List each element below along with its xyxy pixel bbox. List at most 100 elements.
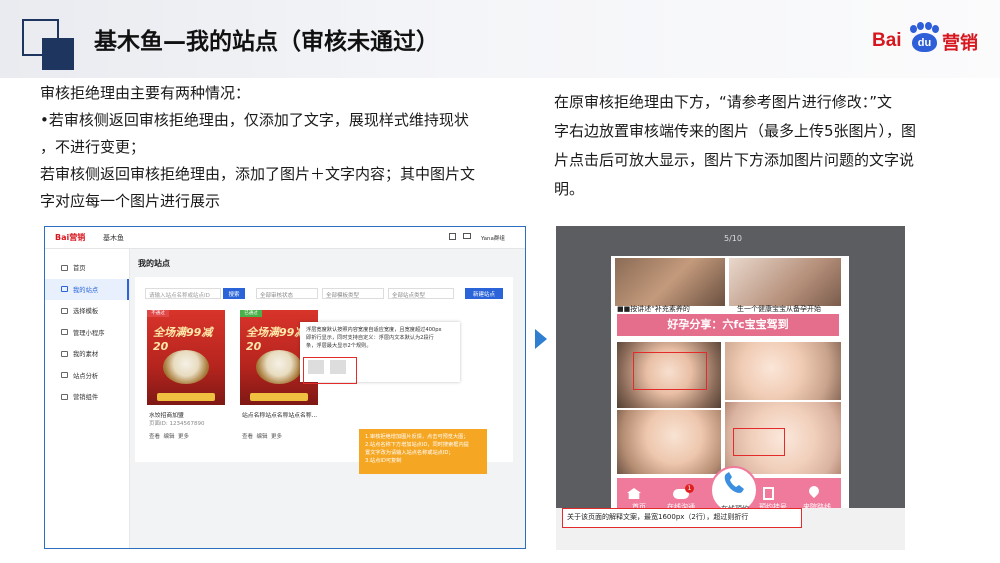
sidebar-item-analytics[interactable]: 站点分析 [45, 365, 129, 387]
highlight-box [303, 357, 357, 384]
baidu-logo: Bai du 营销 [872, 22, 982, 62]
user-menu[interactable]: Yana群组 [481, 234, 505, 242]
sidebar-label: 站点分析 [73, 372, 99, 380]
share-banner: 好孕分享：六fc宝宝驾到 [617, 314, 839, 336]
baby-photo [725, 342, 841, 400]
paw-icon: du [909, 22, 940, 52]
baby-photo [617, 410, 721, 474]
miniprogram-icon [61, 329, 68, 336]
right-line: 片点击后可放大显示，图片下方添加图片问题的文字说 [554, 151, 915, 169]
search-button-label: 搜索 [228, 291, 240, 298]
home-icon [61, 264, 68, 271]
card-actions: 查看 编辑 更多 [149, 432, 189, 440]
food-image [256, 350, 302, 384]
photo-caption: ■■按讲述“补充素养的 [617, 305, 690, 313]
filter-label: 全部审核状态 [260, 293, 294, 299]
register-icon [763, 487, 774, 500]
left-line: 审核拒绝理由主要有两种情况： [40, 84, 251, 102]
app-brand: Bai营销 [55, 233, 86, 242]
search-input[interactable]: 请输入站点名称或站点ID [145, 288, 221, 299]
more-link[interactable]: 更多 [271, 434, 282, 440]
right-line: 明。 [554, 180, 585, 198]
search-button[interactable]: 搜索 [223, 288, 245, 299]
badge-count: 1 [685, 484, 694, 493]
filter-site-type[interactable]: 全部站点类型 [388, 288, 454, 299]
material-icon [61, 350, 68, 357]
logo-du: du [917, 37, 932, 49]
logo-bai: Bai [872, 30, 902, 51]
sidebar-label: 选择模板 [73, 308, 99, 316]
left-line: ，不进行变更； [40, 138, 146, 156]
sidebar-item-materials[interactable]: 我的素材 [45, 343, 129, 365]
new-site-label: 新建站点 [472, 291, 495, 298]
annotation-note: 1.审核拒绝增加图片反馈，点击可预览大图； 2.站点名称下方增加站点ID，同时搜… [359, 429, 487, 474]
right-arrow-icon [535, 329, 547, 349]
photo-caption: 生一个健康宝宝从备孕开始 [737, 305, 821, 313]
lecture-photo [615, 258, 725, 306]
filter-template[interactable]: 全部模板类型 [322, 288, 384, 299]
sidebar-label: 我的站点 [73, 286, 99, 294]
edit-link[interactable]: 编辑 [164, 434, 175, 440]
app-topbar: Bai营销 基木鱼 Yana群组 [45, 227, 525, 249]
sidebar-label: 营销组件 [73, 394, 99, 402]
card-banner [250, 393, 308, 401]
sidebar-label: 我的素材 [73, 351, 99, 359]
analytics-icon [61, 372, 68, 379]
template-icon [61, 307, 68, 314]
sidebar-item-miniprogram[interactable]: 管理小程序 [45, 322, 129, 344]
sidebar-item-templates[interactable]: 选择模板 [45, 300, 129, 322]
section-title: 我的站点 [138, 259, 170, 268]
right-line: 在原审核拒绝理由下方，“请参考图片进行修改：”文 [554, 93, 893, 111]
filter-label: 全部模板类型 [326, 293, 360, 299]
right-description: 在原审核拒绝理由下方，“请参考图片进行修改：”文 字右边放置审核端传来的图片（最… [554, 88, 972, 204]
site-name: 站点名称站点名称站点名称... [242, 413, 318, 419]
right-line: 字右边放置审核端传来的图片（最多上传5张图片），图 [554, 122, 917, 140]
image-caption: 关于该页面的解释文案，最宽1600px（2行），超过则折行 [562, 508, 802, 528]
card-banner [157, 393, 215, 401]
left-line: 若审核侧返回审核拒绝理由，添加了图片＋文字内容；其中图片文 [40, 165, 476, 183]
app-product: 基木鱼 [103, 234, 124, 242]
sidebar-label: 首页 [73, 265, 86, 273]
more-link[interactable]: 更多 [178, 434, 189, 440]
decor-square-filled [42, 38, 74, 70]
left-line: •若审核侧返回审核拒绝理由，仅添加了文字，展现样式维持现状 [40, 111, 469, 129]
status-badge: 不通过 [147, 310, 169, 317]
image-counter: 5/10 [724, 234, 742, 243]
note-line: 置文字改为请输入站点名称或站点ID； [365, 450, 454, 456]
logo-ying: 营销 [942, 33, 978, 54]
highlight-box [733, 428, 785, 456]
filter-label: 全部站点类型 [392, 293, 426, 299]
site-name: 水饺招商加盟 [149, 413, 184, 419]
component-icon [61, 393, 68, 400]
note-line: 1.审核拒绝增加图片反馈，点击可预览大图； [365, 434, 469, 440]
food-image [163, 350, 209, 384]
popup-line: 即折行显示，同时支持自定义：浮层内文本默认为2段行 [306, 335, 434, 341]
image-preview-screenshot: 5/10 ■■按讲述“补充素养的 生一个健康宝宝从备孕开始 好孕分享：六fc宝宝… [556, 226, 905, 550]
view-link[interactable]: 查看 [242, 434, 253, 440]
popup-line: 条，浮层最大显示2个规则。 [306, 343, 372, 349]
sidebar-item-home[interactable]: 首页 [45, 257, 129, 279]
status-badge: 已通过 [240, 310, 262, 317]
filter-status[interactable]: 全部审核状态 [256, 288, 318, 299]
popup-line: 浮层宽度默认按照内容宽度自适应宽度，且宽度超过400px [306, 327, 442, 333]
calendar-icon[interactable] [449, 233, 456, 240]
note-line: 2.站点名称下方增加站点ID，同时搜索框内提 [365, 442, 469, 448]
mail-icon[interactable] [463, 233, 471, 239]
left-description: 审核拒绝理由主要有两种情况： •若审核侧返回审核拒绝理由，仅添加了文字，展现样式… [40, 80, 530, 215]
site-id: 页面ID: 1234567890 [149, 421, 205, 427]
note-line: 3.站点ID可复制 [365, 458, 402, 464]
view-link[interactable]: 查看 [149, 434, 160, 440]
search-placeholder: 请输入站点名称或站点ID [149, 293, 210, 299]
left-line: 字对应每一个图片进行展示 [40, 192, 221, 210]
sidebar-label: 管理小程序 [73, 329, 105, 337]
card-actions: 查看 编辑 更多 [242, 432, 282, 440]
sidebar-item-my-sites[interactable]: 我的站点 [45, 278, 129, 300]
site-list-screenshot: Bai营销 基木鱼 Yana群组 首页 我的站点 选择模板 管理小程序 我的素材… [44, 226, 526, 549]
page-title: 基木鱼—我的站点（审核未通过） [94, 29, 439, 55]
preview-image[interactable]: ■■按讲述“补充素养的 生一个健康宝宝从备孕开始 好孕分享：六fc宝宝驾到 首页… [611, 256, 849, 518]
site-card-thumbnail[interactable]: 不通过 全场满99减20 [147, 310, 225, 405]
edit-link[interactable]: 编辑 [257, 434, 268, 440]
sidebar-item-components[interactable]: 营销组件 [45, 386, 129, 408]
baby-photo [729, 258, 841, 306]
new-site-button[interactable]: 新建站点 [465, 288, 503, 299]
